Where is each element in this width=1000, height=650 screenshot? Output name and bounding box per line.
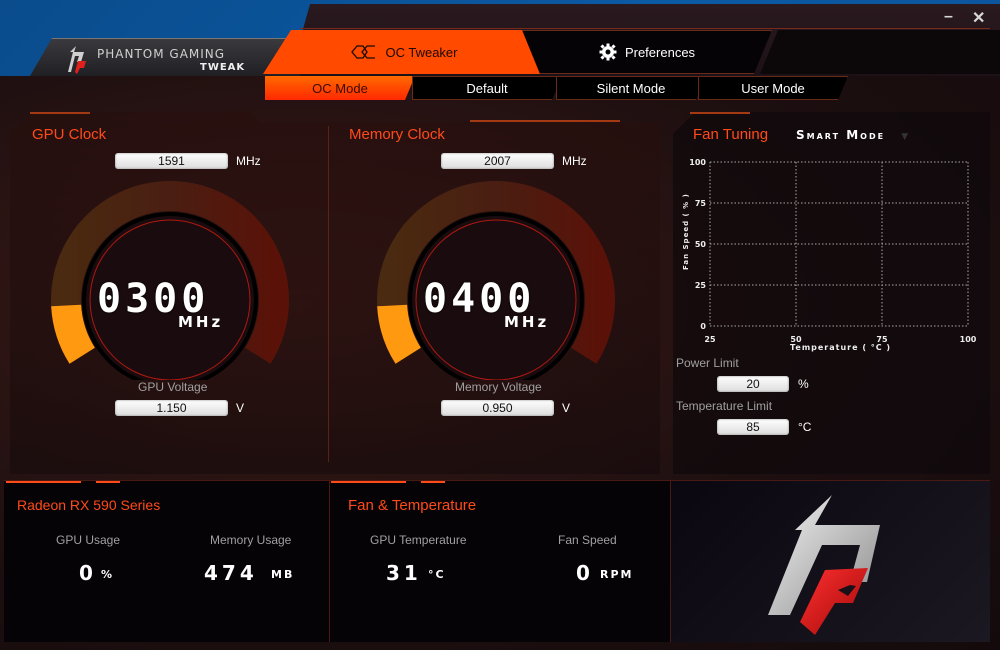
chevron-down-icon: ▼: [901, 132, 911, 142]
gpu-clock-input[interactable]: 1591: [115, 153, 228, 169]
gpu-voltage-input[interactable]: 1.150: [115, 400, 228, 416]
mode-tab-oc-mode[interactable]: OC Mode: [265, 76, 415, 100]
gpu-clock-unit: MHz: [236, 154, 261, 168]
temperature-limit-label: Temperature Limit: [676, 399, 773, 413]
pg-logo-icon: [68, 46, 86, 74]
mode-tab-label: Silent Mode: [596, 80, 666, 96]
fan-chart-xlabel: Temperature ( °C ): [790, 343, 892, 352]
memory-voltage-unit: V: [562, 401, 571, 415]
gpu-usage-label: GPU Usage: [56, 533, 121, 547]
memory-usage-value: 474: [204, 561, 258, 585]
y-tick-label: 100: [689, 158, 706, 167]
gpu-model-title: Radeon RX 590 Series: [17, 497, 161, 513]
panel-trim: [690, 112, 750, 114]
gpu-temperature-unit: °C: [428, 568, 446, 581]
memory-usage-label: Memory Usage: [210, 533, 292, 547]
y-tick-label: 0: [700, 322, 706, 331]
power-limit-label: Power Limit: [676, 356, 739, 370]
fan-mode-value: Smart Mode: [796, 128, 886, 142]
fan-speed-label: Fan Speed: [558, 533, 617, 547]
gpu-clock-gauge-unit: MHz: [178, 313, 224, 331]
mode-tab-label: User Mode: [741, 80, 805, 96]
memory-clock-title: Memory Clock: [349, 126, 445, 143]
gauge-fill: [377, 304, 422, 364]
memory-voltage-input[interactable]: 0.950: [441, 400, 554, 416]
memory-clock-input[interactable]: 2007: [441, 153, 554, 169]
tab-oc-tweaker[interactable]: OC Tweaker: [263, 30, 546, 74]
y-tick-label: 50: [695, 240, 707, 249]
title-divider: [300, 28, 990, 29]
x-tick-label: 25: [704, 335, 716, 344]
memory-clock-gauge-unit: MHz: [504, 313, 550, 331]
y-tick-label: 25: [695, 281, 707, 290]
panel-divider: [328, 126, 329, 462]
minimize-button[interactable]: –: [944, 8, 953, 26]
power-limit-input[interactable]: 20: [717, 376, 789, 392]
tab-empty-slot: [760, 30, 1000, 74]
mode-tab-label: Default: [466, 80, 508, 96]
tab-label: OC Tweaker: [385, 44, 458, 60]
temperature-limit-input[interactable]: 85: [717, 419, 789, 435]
memory-clock-unit: MHz: [562, 154, 587, 168]
panel-trim: [470, 120, 620, 122]
brand-subname: TWEAK: [200, 62, 246, 73]
gear-icon: [599, 43, 617, 61]
tab-preferences[interactable]: Preferences: [522, 30, 772, 74]
fan-tuning-title: Fan Tuning: [693, 126, 769, 143]
gpu-temperature-value: 31: [386, 561, 422, 585]
power-limit-unit: %: [798, 377, 809, 391]
panel-trim: [331, 481, 406, 483]
fan-temperature-title: Fan & Temperature: [348, 497, 477, 514]
fan-chart-ylabel: Fan Speed ( % ): [682, 193, 690, 270]
gpu-voltage-unit: V: [236, 401, 245, 415]
mode-tab-default[interactable]: Default: [412, 76, 562, 100]
mode-tab-label: OC Mode: [312, 80, 368, 96]
close-button[interactable]: ✕: [972, 8, 985, 28]
gpu-usage-unit: %: [101, 568, 115, 581]
fan-speed-unit: RPM: [600, 568, 634, 581]
x-tick-label: 100: [960, 335, 977, 344]
fan-mode-select[interactable]: Smart Mode ▼: [796, 128, 910, 142]
gpu-clock-title: GPU Clock: [32, 126, 107, 143]
oc-icon: [351, 45, 376, 59]
tab-label: Preferences: [624, 44, 696, 60]
gpu-temperature-label: GPU Temperature: [370, 533, 467, 547]
panel-trim: [6, 481, 81, 483]
fan-curve-chart[interactable]: 100755025025 50 75 100: [680, 150, 980, 360]
memory-usage-unit: MB: [271, 568, 295, 581]
panel-trim: [421, 481, 445, 483]
gpu-voltage-label: GPU Voltage: [138, 380, 208, 394]
mode-tab-silent-mode[interactable]: Silent Mode: [556, 76, 706, 100]
temperature-limit-unit: °C: [798, 420, 812, 434]
brand-name: PHANTOM GAMING: [97, 47, 226, 61]
memory-voltage-label: Memory Voltage: [455, 380, 542, 394]
phantom-gaming-tweak-window: – ✕ PHANTOM GAMING TWEAK OC Tweaker Pref…: [0, 0, 1000, 650]
panel-trim: [96, 481, 120, 483]
y-tick-label: 75: [695, 199, 707, 208]
gpu-usage-value: 0: [79, 561, 97, 585]
mode-tab-user-mode[interactable]: User Mode: [698, 76, 848, 100]
pg-large-logo-icon: [768, 495, 880, 635]
fan-speed-value: 0: [576, 561, 594, 585]
panel-trim: [30, 112, 90, 114]
gauge-fill: [51, 304, 96, 364]
